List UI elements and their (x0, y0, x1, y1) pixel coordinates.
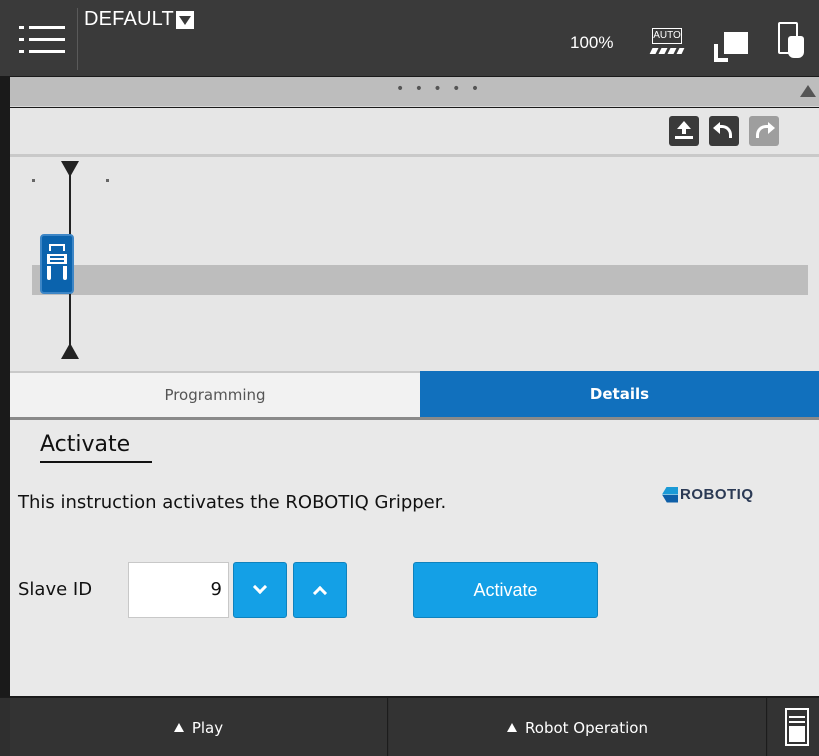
grid-dot (32, 179, 35, 182)
instruction-description: This instruction activates the ROBOTIQ G… (18, 492, 447, 513)
expand-up-icon (507, 723, 518, 732)
redo-button[interactable] (749, 116, 779, 146)
dropdown-caret-icon (175, 10, 194, 29)
slave-id-label: Slave ID (18, 579, 93, 600)
upload-button[interactable] (669, 116, 699, 146)
speed-override[interactable]: 100% (570, 33, 613, 53)
slave-id-increment-button[interactable] (293, 562, 347, 618)
auto-mode-icon[interactable]: AUTO (648, 24, 688, 60)
tab-bar: Programming Details (10, 371, 819, 420)
flow-start-marker (61, 161, 79, 177)
top-bar: DEFAULT 100% AUTO (0, 0, 819, 76)
instruction-title: Activate (40, 432, 152, 463)
robotiq-mark-icon (662, 486, 678, 503)
hamburger-menu-icon (19, 26, 65, 62)
details-panel: Activate This instruction activates the … (10, 420, 819, 696)
chevron-down-icon (252, 579, 268, 595)
program-flow-canvas[interactable] (10, 157, 819, 371)
chevron-up-icon (312, 585, 328, 601)
teach-pendant-icon[interactable] (712, 28, 750, 64)
robotiq-logo: ROBOTIQ (662, 486, 754, 503)
robot-operation-label: Robot Operation (525, 718, 648, 737)
panel-resize-strip[interactable]: • • • • • (10, 77, 819, 107)
undo-button[interactable] (709, 116, 739, 146)
collapse-up-icon[interactable] (800, 85, 816, 97)
selected-instruction-row[interactable] (32, 265, 808, 295)
top-bar-divider (77, 8, 78, 70)
gripper-activate-node[interactable] (40, 234, 74, 294)
program-selector[interactable]: DEFAULT (84, 8, 194, 31)
activate-button[interactable]: Activate (413, 562, 598, 618)
touch-panel-icon[interactable] (772, 20, 808, 62)
slave-id-input[interactable]: 9 (128, 562, 229, 618)
tab-programming[interactable]: Programming (10, 371, 420, 420)
grid-dot (106, 179, 109, 182)
robot-operation-button[interactable]: Robot Operation (389, 698, 767, 756)
play-button[interactable]: Play (10, 698, 388, 756)
bottom-bar: Play Robot Operation (0, 697, 819, 756)
brand-name: ROBOTIQ (680, 486, 754, 503)
expand-up-icon (173, 723, 184, 732)
program-name: DEFAULT (84, 8, 174, 30)
main-menu-button[interactable] (10, 6, 74, 70)
device-panel-button[interactable] (768, 698, 819, 756)
tab-details[interactable]: Details (420, 371, 819, 420)
auto-mode-badge: AUTO (652, 28, 682, 44)
program-toolbar (10, 108, 819, 154)
slave-id-decrement-button[interactable] (233, 562, 287, 618)
drag-handle[interactable]: • • • • • (396, 81, 482, 97)
play-label: Play (191, 718, 224, 737)
flow-end-marker (61, 343, 79, 359)
